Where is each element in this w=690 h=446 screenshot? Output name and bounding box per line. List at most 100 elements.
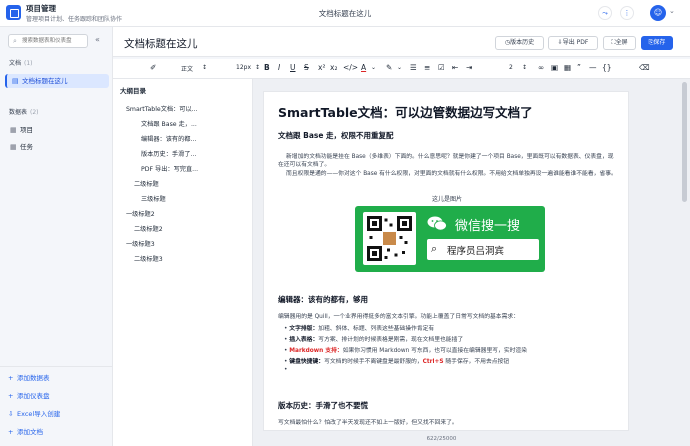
doc-paragraph: 而且权限是通的——你对这个 Base 有什么权限，对里面的文档就有什么权限。不用… [286, 171, 617, 177]
image-caption: 这儿是图片 [431, 196, 462, 203]
sidebar-search[interactable]: ⌕ [8, 34, 88, 48]
paragraph-select[interactable]: 正文 [181, 64, 193, 73]
list-icon[interactable]: ☰ [410, 63, 417, 72]
list-item: • 插入表格：写方案、排计划的时候表格是刚需，现在文档里也能插了 [284, 337, 464, 343]
checklist-icon[interactable]: ☑ [438, 63, 445, 72]
code-icon[interactable]: </> [343, 63, 358, 72]
doc-heading-section3: 版本历史：手滑了也不要慌 [278, 401, 368, 410]
import-icon: ⇩ [8, 410, 14, 418]
list-item: • 文字排版：加粗、斜体、标题、列表这些基础操作肯定有 [284, 326, 435, 332]
list-item-empty: • [284, 367, 288, 373]
outline-item[interactable]: 一级标题3 [126, 239, 155, 248]
table-insert-icon[interactable]: ▦ [564, 63, 571, 72]
outline-title: 大纲目录 [120, 87, 146, 95]
version-history-button[interactable]: ◷版本历史 [495, 36, 544, 50]
outline-item[interactable]: 一级标题2 [126, 209, 155, 218]
fullscreen-button[interactable]: ⛶全屏 [603, 36, 636, 50]
table-icon: ▦ [10, 143, 17, 151]
doc-paragraph: 新增加的文档功能是挂在 Base（多维表）下面的。什么意思呢？就是你建了一个项目… [278, 154, 614, 168]
paragraph-chevron-icon[interactable]: ↕ [202, 64, 207, 71]
ordered-list-icon[interactable]: ≡ [424, 63, 430, 72]
page-title: 文档标题在这儿 [124, 38, 198, 50]
highlight-icon[interactable]: ✎ [386, 63, 392, 72]
bold-icon[interactable]: B [264, 63, 270, 72]
highlight-chevron-icon[interactable]: ⌄ [397, 64, 402, 71]
quote-icon[interactable]: ” [577, 63, 581, 72]
outline-item[interactable]: PDF 导出：写完直... [141, 164, 198, 173]
outline-item[interactable]: 二级标题2 [134, 224, 163, 233]
subscript-icon[interactable]: x₂ [330, 63, 337, 72]
export-pdf-button[interactable]: ⇩导出 PDF [548, 36, 598, 50]
plus-icon: + [8, 392, 14, 400]
outline-item[interactable]: 版本历史：手滑了... [141, 149, 196, 158]
outline-item[interactable]: 二级标题 [134, 179, 159, 188]
header-level-chevron-icon[interactable]: ↕ [522, 64, 527, 71]
outdent-icon[interactable]: ⇤ [452, 63, 458, 72]
share-icon[interactable]: ⤳ [598, 6, 612, 20]
format-painter-icon[interactable]: ✐ [150, 63, 156, 72]
font-color-icon[interactable]: A [361, 63, 366, 72]
outline-item[interactable]: 二级标题3 [134, 254, 163, 263]
save-button[interactable]: ⎘保存 [641, 36, 673, 50]
editor-area: SmartTable文档：可以边管数据边写文档了 文档跟 Base 走，权限不用… [253, 79, 690, 446]
outline-panel: 大纲目录 SmartTable文档：可以... 文档跟 Base 走，... 编… [113, 79, 253, 446]
list-item: • 键盘快捷键：写文档的时候手不离键盘是最舒服的，Ctrl+S 随手保存，不用去… [284, 359, 510, 365]
editor-toolbar: ✐ 正文 ↕ 12px ↕ B I U S x² x₂ </> A ⌄ ✎ ⌄ … [113, 59, 690, 79]
strikethrough-icon[interactable]: S [304, 63, 309, 72]
font-size-chevron-icon[interactable]: ↕ [255, 64, 260, 71]
underline-icon[interactable]: U [290, 63, 296, 72]
document-name: 文档标题在这儿 [318, 9, 372, 18]
horizontal-rule-icon[interactable]: — [589, 63, 597, 72]
scrollbar[interactable] [682, 82, 687, 202]
more-icon[interactable]: ⋮ [620, 6, 634, 20]
link-icon[interactable]: ∞ [538, 63, 544, 72]
excel-import-button[interactable]: ⇩ Excel导入创建 [8, 408, 60, 418]
user-avatar-icon[interactable]: ☺ [650, 5, 666, 21]
plus-icon: + [8, 428, 14, 436]
doc-paragraph: 写文档最怕什么？怕改了半天发现还不如上一版好，但又找不回来了。 [278, 420, 458, 426]
sidebar-item-projects[interactable]: ▦ 项目 [5, 123, 109, 137]
plus-icon: + [8, 374, 14, 382]
add-table-button[interactable]: + 添加数据表 [8, 372, 50, 382]
doc-heading-section2: 编辑器：该有的都有，够用 [278, 295, 368, 304]
code-block-icon[interactable]: {} [602, 63, 612, 72]
add-dashboard-button[interactable]: + 添加仪表盘 [8, 390, 50, 400]
outline-item[interactable]: SmartTable文档：可以... [126, 104, 198, 113]
doc-heading-section1: 文档跟 Base 走，权限不用重复配 [278, 131, 394, 140]
image-icon[interactable]: ▣ [551, 63, 558, 72]
outline-item[interactable]: 编辑器：该有的都... [141, 134, 196, 143]
search-input[interactable] [22, 36, 86, 46]
font-color-chevron-icon[interactable]: ⌄ [371, 64, 376, 71]
outline-item[interactable]: 文档跟 Base 走，... [141, 119, 197, 128]
document-header: 文档标题在这儿 ◷版本历史 ⇩导出 PDF ⛶全屏 ⎘保存 [113, 27, 690, 57]
wechat-title: 微信搜一搜 [455, 219, 521, 234]
collapse-sidebar-icon[interactable]: « [95, 35, 100, 44]
sidebar-item-doc[interactable]: ▤ 文档标题在这儿 [5, 74, 109, 88]
indent-icon[interactable]: ⇥ [466, 63, 472, 72]
qr-code-icon [363, 212, 416, 265]
sidebar-item-tasks[interactable]: ▦ 任务 [5, 140, 109, 154]
char-count: 622/25000 [426, 436, 457, 442]
font-size-select[interactable]: 12px [236, 64, 251, 71]
superscript-icon[interactable]: x² [318, 63, 325, 72]
clear-format-icon[interactable]: ⌫ [639, 63, 650, 72]
add-doc-button[interactable]: + 添加文档 [8, 426, 43, 436]
chevron-down-icon[interactable]: ⌄ [669, 7, 675, 15]
search-icon: ⌕ [13, 37, 17, 45]
tables-section-label: 数据表 (2) [9, 109, 39, 116]
sidebar-actions: + 添加数据表 + 添加仪表盘 ⇩ Excel导入创建 + 添加文档 [0, 366, 113, 436]
wechat-banner-image: 微信搜一搜 ⌕ 程序员吕洞宾 [355, 206, 545, 272]
header-level-select[interactable]: 2 [509, 64, 513, 71]
document-icon: ▤ [12, 77, 19, 85]
wechat-logo-icon [427, 216, 447, 231]
document-page[interactable]: SmartTable文档：可以边管数据边写文档了 文档跟 Base 走，权限不用… [263, 91, 629, 431]
outline-item[interactable]: 三级标题 [141, 194, 166, 203]
italic-icon[interactable]: I [278, 63, 280, 72]
top-bar: 项目管理 管理项目计划、任务跟踪和团队协作 文档标题在这儿 ⤳ ⋮ ☺ ⌄ [0, 0, 690, 27]
doc-paragraph: 编辑器用的是 Quill，一个业界用得挺多的富文本引擎。功能上覆盖了日常写文档的… [278, 314, 519, 320]
docs-section-label: 文档 (1) [9, 60, 33, 67]
search-icon: ⌕ [431, 242, 438, 255]
table-icon: ▦ [10, 126, 17, 134]
wechat-search-box: ⌕ 程序员吕洞宾 [427, 239, 539, 260]
wechat-search-text: 程序员吕洞宾 [447, 246, 505, 257]
